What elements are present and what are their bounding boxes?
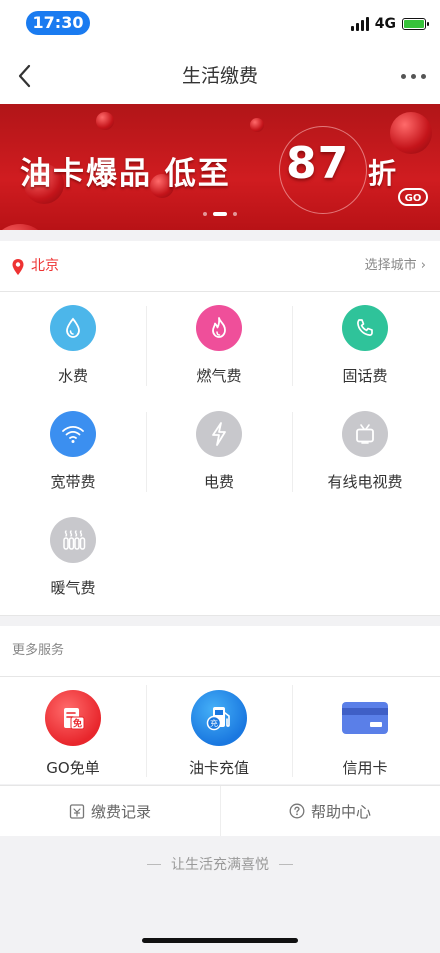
city-bar: 北京 选择城市 ›: [0, 241, 440, 292]
utility-label: 有线电视费: [327, 473, 403, 491]
help-icon: [289, 803, 305, 819]
utility-label: 宽带费: [50, 473, 96, 491]
home-indicator[interactable]: [142, 938, 298, 943]
service-label: 油卡充值: [188, 759, 249, 777]
page-title: 生活缴费: [181, 65, 258, 87]
payment-records-link[interactable]: 缴费记录: [0, 786, 220, 836]
decor-ball: [250, 118, 264, 132]
credit-card-icon: [337, 690, 393, 746]
utilities-grid: 水费 燃气费 固话费 宽带费 电费 有线电视费 暖气费: [0, 292, 440, 616]
service-label: GO免单: [46, 759, 100, 777]
more-services-header: 更多服务: [0, 626, 440, 677]
decor-ball: [96, 112, 114, 130]
banner-discount-number: 87: [286, 138, 350, 189]
phone-icon: [342, 305, 388, 351]
utility-water[interactable]: 水费: [0, 292, 146, 398]
service-label: 信用卡: [342, 759, 388, 777]
more-services: 免 GO免单 充 油卡充值 信用卡: [0, 677, 440, 784]
section-title: 更多服务: [12, 643, 65, 658]
nav-bar: 生活缴费: [0, 48, 440, 104]
carousel-dots: [0, 212, 440, 216]
utility-label: 电费: [203, 473, 234, 491]
go-badge: GO: [398, 188, 428, 206]
free-order-icon: 免: [45, 690, 101, 746]
signal-icon: [350, 17, 369, 31]
utility-label: 固话费: [342, 367, 388, 385]
utility-broadband[interactable]: 宽带费: [0, 398, 146, 504]
footer-slogan: 让生活充满喜悦: [0, 852, 440, 876]
status-indicators: 4G: [350, 16, 429, 32]
slogan-text: 让生活充满喜悦: [171, 857, 269, 873]
svg-text:免: 免: [73, 718, 82, 730]
chevron-right-icon: ›: [420, 258, 426, 273]
banner-discount-suffix: 折: [368, 157, 397, 190]
water-drop-icon: [50, 305, 96, 351]
wallet-icon: [69, 804, 85, 819]
utility-label: 燃气费: [196, 367, 242, 385]
bottom-links: 缴费记录 帮助中心: [0, 785, 440, 836]
status-time: 17:30: [26, 11, 90, 35]
utility-label: 暖气费: [50, 579, 96, 597]
svg-text:充: 充: [210, 718, 218, 728]
help-center-link[interactable]: 帮助中心: [220, 786, 440, 836]
battery-icon: [402, 18, 429, 30]
wifi-icon: [50, 411, 96, 457]
more-options-icon[interactable]: [401, 74, 426, 79]
utility-label: 水费: [57, 367, 88, 385]
service-credit-card[interactable]: 信用卡: [292, 677, 438, 784]
radiator-icon: [50, 517, 96, 563]
choose-city-label: 选择城市: [364, 258, 417, 273]
help-center-label: 帮助中心: [310, 802, 371, 821]
tv-icon: [342, 411, 388, 457]
payment-records-label: 缴费记录: [90, 802, 151, 821]
utility-gas[interactable]: 燃气费: [146, 292, 292, 398]
fuel-card-icon: 充: [191, 690, 247, 746]
banner-headline: 油卡爆品 低至: [20, 156, 231, 192]
utility-cable-tv[interactable]: 有线电视费: [292, 398, 438, 504]
utility-electricity[interactable]: 电费: [146, 398, 292, 504]
location-pin-icon: [12, 259, 24, 275]
current-city[interactable]: 北京: [31, 241, 59, 291]
utility-landline[interactable]: 固话费: [292, 292, 438, 398]
flame-icon: [196, 305, 242, 351]
network-type: 4G: [374, 16, 396, 32]
service-fuel-card[interactable]: 充 油卡充值: [146, 677, 292, 784]
decor-ball: [390, 112, 432, 154]
service-go-free[interactable]: 免 GO免单: [0, 677, 146, 784]
choose-city-link[interactable]: 选择城市 ›: [365, 241, 426, 291]
lightning-icon: [196, 411, 242, 457]
status-bar: 17:30 4G: [0, 0, 440, 48]
decor-ball: [0, 224, 50, 230]
utility-heating[interactable]: 暖气费: [0, 504, 146, 610]
